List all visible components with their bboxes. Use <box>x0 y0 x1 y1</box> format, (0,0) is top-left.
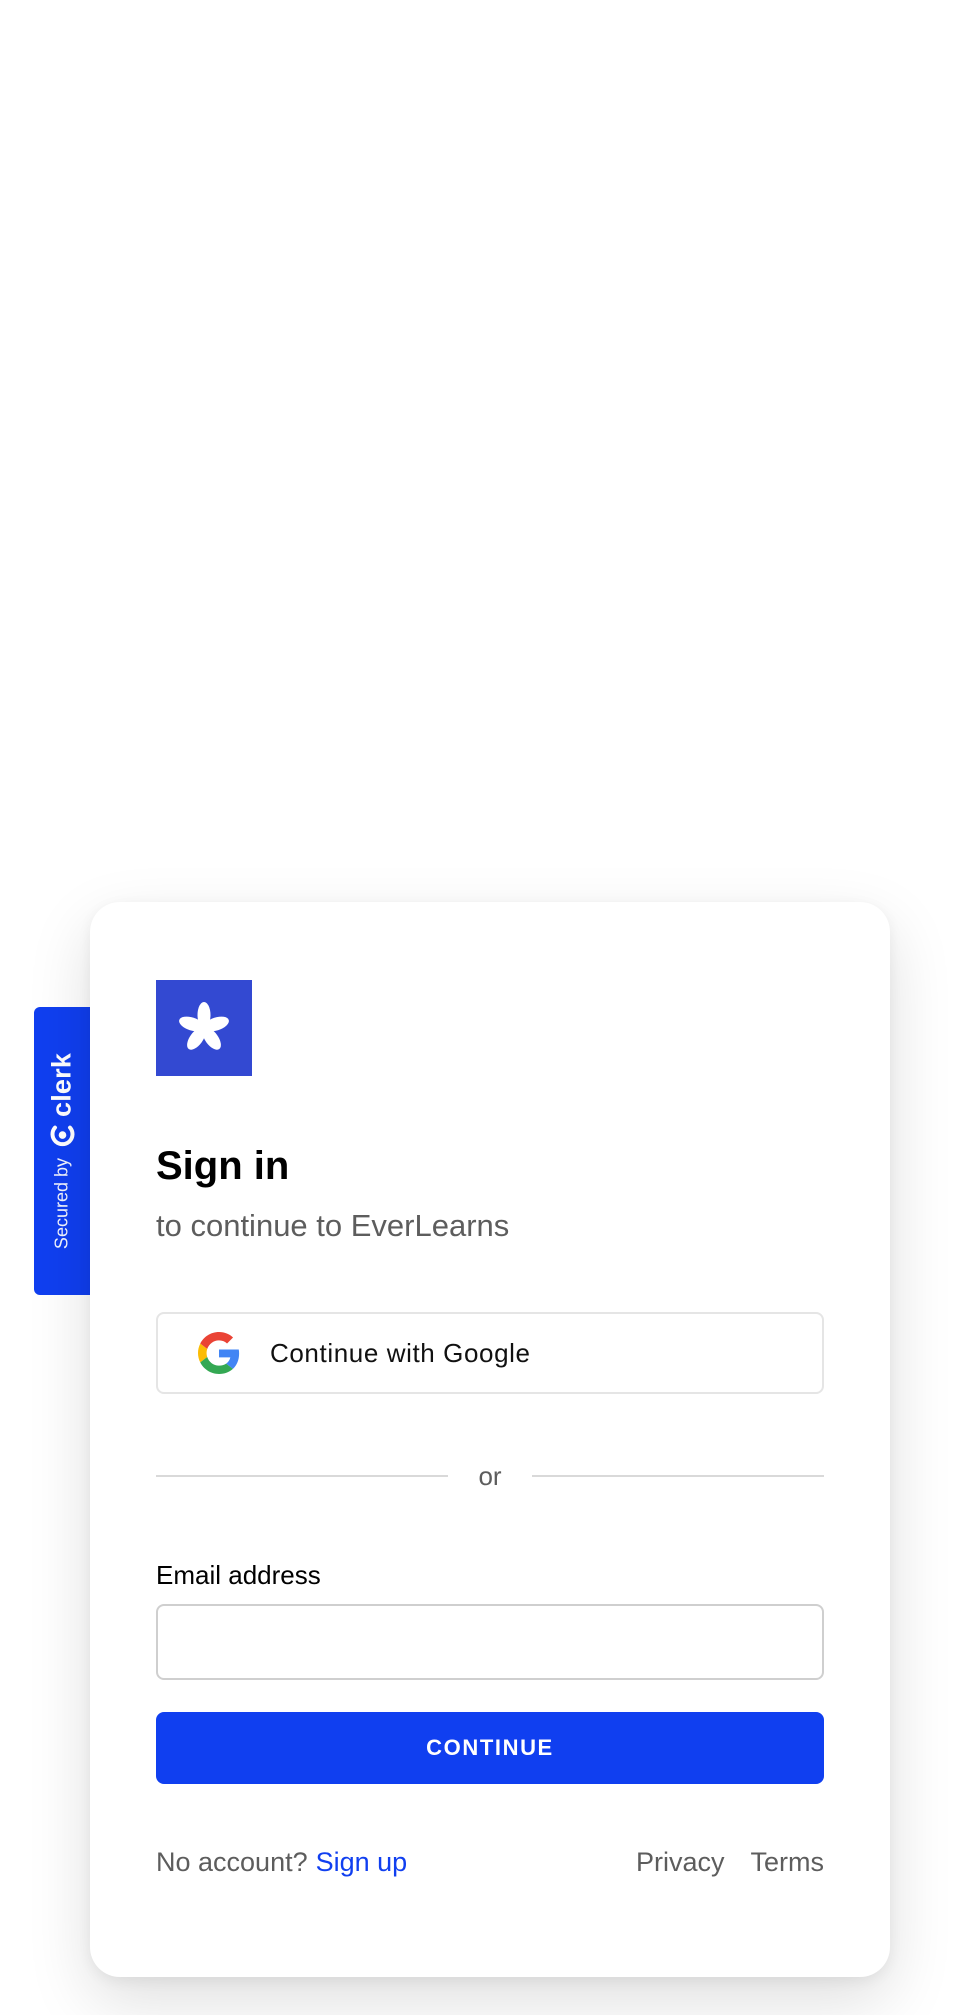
asterisk-icon <box>179 1002 229 1050</box>
sign-up-link[interactable]: Sign up <box>316 1847 408 1877</box>
app-logo <box>156 980 252 1076</box>
email-label: Email address <box>156 1560 321 1590</box>
or-divider: or <box>156 1456 824 1496</box>
clerk-badge-content: Secured by clerk <box>47 1053 78 1249</box>
privacy-link[interactable]: Privacy <box>636 1847 725 1878</box>
clerk-brand-name: clerk <box>46 1052 77 1117</box>
clerk-logo: clerk <box>47 1053 78 1148</box>
continue-button[interactable]: CONTINUE <box>156 1712 824 1784</box>
secured-by-clerk-badge[interactable]: Secured by clerk <box>34 1007 90 1295</box>
divider-line-left <box>156 1475 449 1477</box>
no-account-text: No account? <box>156 1847 308 1877</box>
page-title: Sign in <box>156 1144 290 1188</box>
sign-in-card: Sign in to continue to EverLearns Contin… <box>90 902 890 1977</box>
card-footer: No account? Sign up Privacy Terms <box>156 1847 824 1878</box>
google-button-label: Continue with Google <box>270 1337 531 1368</box>
google-g-icon <box>198 1332 240 1374</box>
page-subtitle: to continue to EverLearns <box>156 1208 510 1243</box>
continue-with-google-button[interactable]: Continue with Google <box>156 1312 824 1394</box>
footer-links: Privacy Terms <box>636 1847 824 1878</box>
divider-text: or <box>478 1460 502 1491</box>
divider-line-right <box>531 1475 824 1477</box>
secured-by-text: Secured by <box>51 1158 72 1250</box>
signup-prompt: No account? Sign up <box>156 1847 407 1878</box>
terms-link[interactable]: Terms <box>751 1847 825 1878</box>
email-input[interactable] <box>156 1604 824 1680</box>
clerk-logo-icon <box>50 1125 74 1147</box>
